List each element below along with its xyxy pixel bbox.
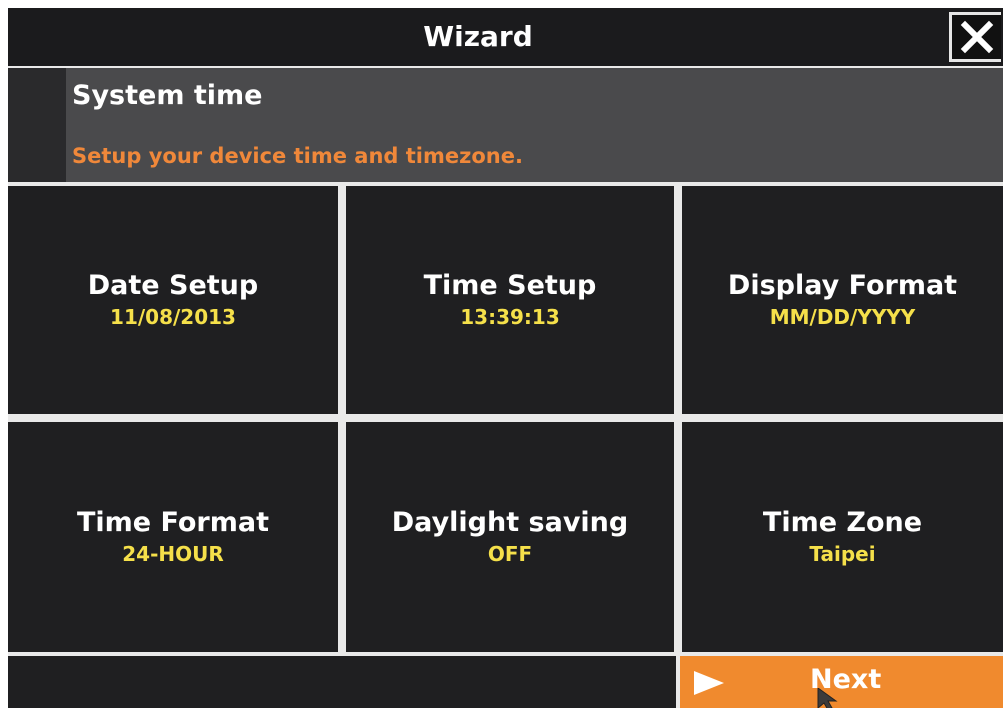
page-subtitle: Setup your device time and timezone. (72, 144, 523, 168)
tile-value: 13:39:13 (460, 305, 560, 329)
footer-left-panel (8, 656, 676, 708)
next-button-label: Next (810, 664, 882, 695)
tile-value: Taipei (809, 542, 876, 566)
play-arrow-icon (694, 671, 724, 695)
tile-value: 11/08/2013 (110, 305, 236, 329)
display-format-button[interactable]: Display Format MM/DD/YYYY (682, 186, 1003, 414)
tile-value: OFF (487, 542, 533, 566)
page-title: System time (72, 80, 263, 111)
date-setup-button[interactable]: Date Setup 11/08/2013 (8, 186, 338, 414)
window-title: Wizard (423, 20, 533, 53)
tile-label: Display Format (727, 270, 958, 301)
tile-label: Date Setup (87, 270, 259, 301)
wizard-screen: Wizard System time Setup your device tim… (8, 8, 1003, 708)
tile-value: 24-HOUR (122, 542, 224, 566)
time-setup-button[interactable]: Time Setup 13:39:13 (346, 186, 674, 414)
daylight-saving-button[interactable]: Daylight saving OFF (346, 422, 674, 652)
next-button[interactable]: Next (680, 656, 1003, 708)
time-format-button[interactable]: Time Format 24-HOUR (8, 422, 338, 652)
tile-value: MM/DD/YYYY (769, 305, 916, 329)
tile-label: Time Setup (423, 270, 597, 301)
tile-label: Time Zone (762, 507, 923, 538)
title-bar: Wizard (8, 8, 1003, 66)
tile-label: Time Format (77, 507, 269, 538)
tile-label: Daylight saving (391, 507, 629, 538)
page-header: System time Setup your device time and t… (8, 68, 1003, 182)
time-zone-button[interactable]: Time Zone Taipei (682, 422, 1003, 652)
header-side-block (8, 68, 66, 182)
close-icon (960, 20, 993, 54)
close-button[interactable] (949, 12, 1001, 62)
